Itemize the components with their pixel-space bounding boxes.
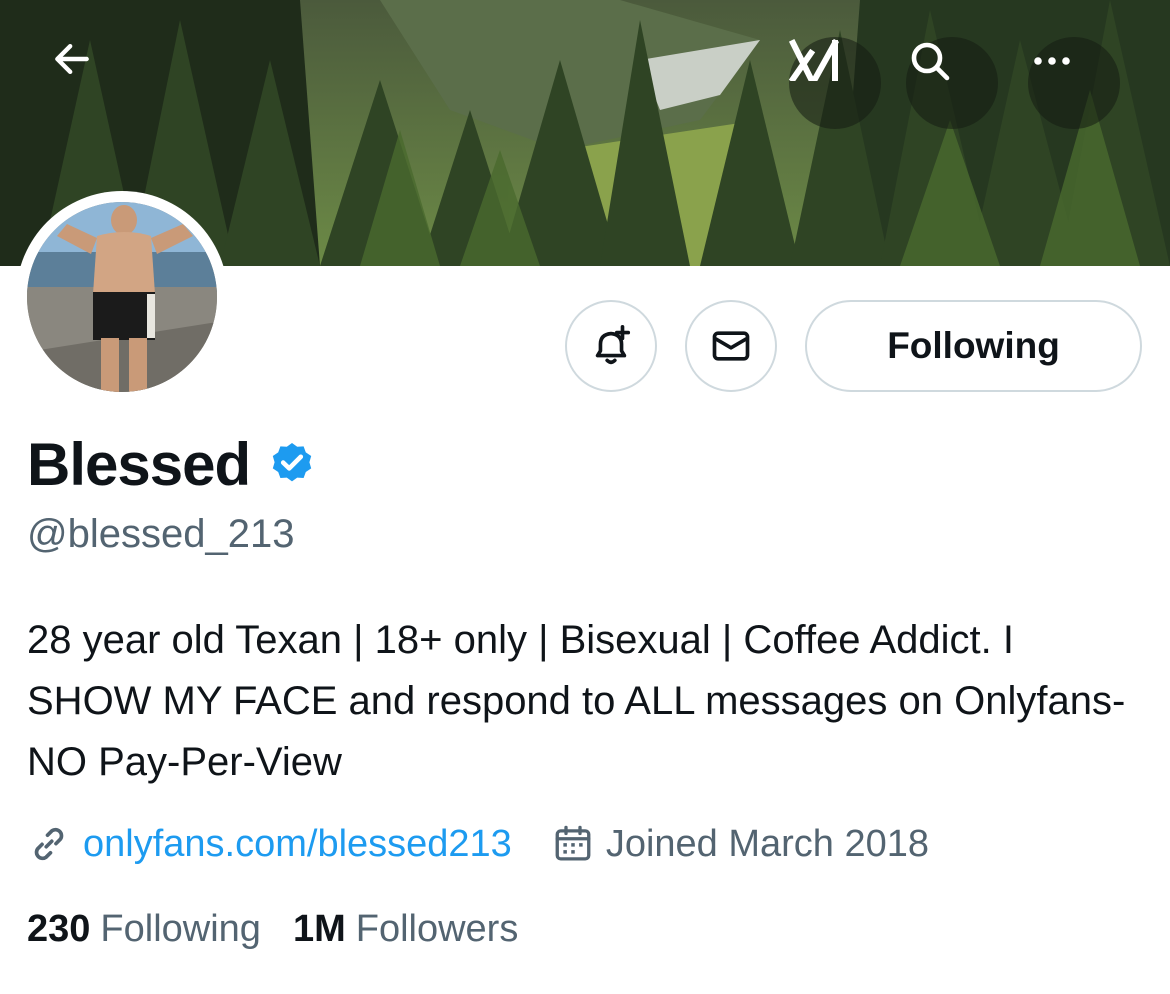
followers-count: 1M	[292, 907, 346, 950]
following-label: Following	[100, 907, 261, 950]
follow-stats: 230 Following 1M Followers	[27, 903, 518, 955]
grok-icon	[789, 38, 840, 81]
avatar[interactable]	[27, 202, 217, 392]
profile-meta: onlyfans.com/blessed213 Joined March 201…	[27, 818, 929, 870]
more-icon	[1034, 57, 1070, 65]
avatar-photo	[27, 202, 217, 392]
following-button[interactable]: Following	[805, 300, 1142, 392]
followers-label: Followers	[355, 907, 519, 950]
joined-date-text: Joined March 2018	[605, 822, 930, 865]
user-handle: @blessed_213	[27, 512, 295, 556]
name-row: Blessed	[27, 428, 316, 500]
following-stat[interactable]: 230 Following	[27, 908, 261, 951]
followers-stat[interactable]: 1M Followers	[293, 908, 518, 951]
profile-page: Following Blessed @blessed_213 28 year o…	[0, 0, 1170, 994]
bell-plus-icon	[595, 325, 631, 365]
joined-date: Joined March 2018	[552, 823, 929, 866]
more-button[interactable]	[1028, 37, 1120, 129]
grok-button[interactable]	[789, 37, 881, 129]
message-button[interactable]	[685, 300, 777, 392]
notifications-button[interactable]	[565, 300, 657, 392]
back-arrow-icon	[55, 43, 89, 75]
website-link[interactable]: onlyfans.com/blessed213	[27, 822, 512, 866]
search-button[interactable]	[906, 37, 998, 129]
search-icon	[911, 42, 950, 81]
profile-bio: 28 year old Texan | 18+ only | Bisexual …	[27, 618, 1126, 784]
calendar-icon	[555, 825, 591, 861]
verified-badge-icon[interactable]	[268, 440, 316, 488]
following-count: 230	[27, 907, 91, 950]
envelope-icon	[712, 331, 750, 361]
link-icon	[34, 827, 64, 861]
back-button[interactable]	[50, 37, 142, 129]
website-link-text[interactable]: onlyfans.com/blessed213	[83, 823, 512, 866]
display-name: Blessed	[27, 430, 251, 498]
